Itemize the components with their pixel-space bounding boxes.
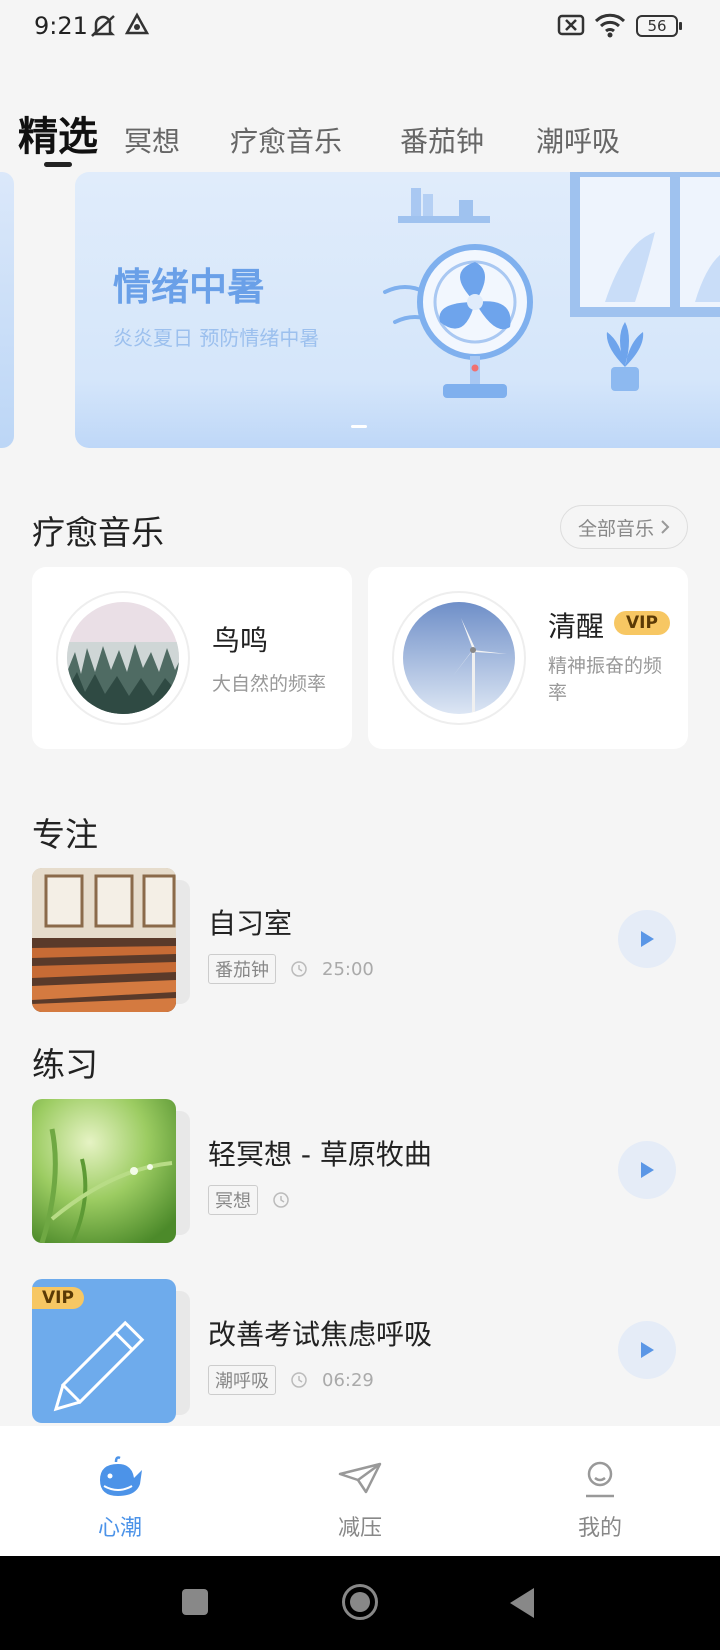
all-music-label: 全部音乐	[577, 517, 654, 540]
no-sim-icon	[557, 14, 585, 36]
recent-apps-button[interactable]	[182, 1589, 208, 1615]
category-tag: 番茄钟	[208, 954, 276, 984]
banner-title: 情绪中暑	[113, 265, 266, 309]
nav-mine[interactable]: 我的	[480, 1426, 720, 1556]
list-item-meta: 番茄钟 25:00	[208, 954, 374, 984]
paper-plane-icon	[338, 1462, 382, 1494]
list-item-meta: 冥想	[208, 1185, 304, 1215]
carousel-indicator	[351, 425, 367, 428]
app-notification-icon	[124, 12, 150, 35]
list-item-meta: 潮呼吸 06:29	[208, 1365, 374, 1395]
chevron-right-icon	[661, 520, 670, 534]
system-navigation-bar	[0, 1556, 720, 1650]
wifi-icon	[594, 13, 626, 38]
home-button[interactable]	[342, 1584, 378, 1620]
play-button[interactable]	[618, 1141, 676, 1199]
duration: 25:00	[322, 958, 374, 980]
list-item-title: 自习室	[208, 907, 293, 940]
list-item-exam-anxiety-breathing[interactable]: VIP 改善考试焦虑呼吸 潮呼吸 06:29	[32, 1279, 688, 1423]
music-card-subtitle: 大自然的频率	[212, 673, 327, 695]
music-card-birdsong[interactable]: 鸟鸣 大自然的频率	[32, 567, 352, 749]
category-tag: 冥想	[208, 1185, 258, 1215]
list-item-study-room[interactable]: 自习室 番茄钟 25:00	[32, 868, 688, 1012]
tab-featured[interactable]: 精选	[18, 104, 98, 162]
music-card-awake[interactable]: 清醒 VIP 精神振奋的频率	[368, 567, 688, 749]
grass-thumbnail	[32, 1099, 176, 1243]
tab-meditation[interactable]: 冥想	[124, 120, 180, 160]
music-card-title: 鸟鸣	[212, 624, 269, 657]
play-button[interactable]	[618, 910, 676, 968]
vip-badge: VIP	[614, 611, 670, 635]
music-card-title: 清醒	[548, 610, 605, 643]
nav-label: 我的	[577, 1516, 622, 1541]
practice-section-title: 练习	[32, 1045, 98, 1084]
play-icon	[641, 931, 654, 947]
banner-subtitle: 炎炎夏日 预防情绪中暑	[113, 326, 320, 350]
banner-slide[interactable]: 情绪中暑 炎炎夏日 预防情绪中暑	[75, 172, 720, 448]
clock-icon	[291, 961, 307, 977]
vip-badge: VIP	[32, 1287, 84, 1309]
back-button[interactable]	[508, 1586, 536, 1620]
focus-section-title: 专注	[32, 815, 98, 854]
album-disc	[56, 591, 190, 725]
tab-pomodoro[interactable]: 番茄钟	[400, 120, 484, 160]
tab-breathing[interactable]: 潮呼吸	[536, 120, 620, 160]
nav-relax[interactable]: 减压	[240, 1426, 480, 1556]
category-tabs: 精选 冥想 疗愈音乐 番茄钟 潮呼吸	[0, 96, 720, 172]
list-item-title: 轻冥想 - 草原牧曲	[208, 1138, 432, 1171]
banner-carousel[interactable]: 情绪中暑 炎炎夏日 预防情绪中暑	[0, 172, 720, 448]
classroom-thumbnail	[32, 868, 176, 1012]
music-card-subtitle: 精神振奋的频率	[548, 655, 663, 704]
clock-icon	[273, 1192, 289, 1208]
tab-healing-music[interactable]: 疗愈音乐	[230, 120, 342, 160]
music-section-title: 疗愈音乐	[32, 513, 164, 552]
list-item-title: 改善考试焦虑呼吸	[208, 1318, 433, 1351]
clock-icon	[291, 1372, 307, 1388]
forest-fog-thumbnail	[67, 602, 179, 714]
active-tab-indicator	[44, 162, 72, 167]
play-button[interactable]	[618, 1321, 676, 1379]
status-time: 9:21	[34, 12, 88, 40]
bottom-navigation: 心潮 减压 我的	[0, 1426, 720, 1556]
battery-indicator: 56	[636, 15, 678, 37]
play-icon	[641, 1162, 654, 1178]
status-bar: 9:21 56	[0, 0, 720, 56]
wind-turbine-thumbnail	[403, 602, 515, 714]
duration: 06:29	[322, 1369, 374, 1391]
mute-bell-icon	[90, 15, 116, 37]
category-tag: 潮呼吸	[208, 1365, 276, 1395]
all-music-button[interactable]: 全部音乐	[560, 505, 688, 549]
nav-xinchao[interactable]: 心潮	[0, 1426, 240, 1556]
profile-icon	[586, 1461, 614, 1498]
play-icon	[641, 1342, 654, 1358]
nav-label: 减压	[337, 1516, 382, 1541]
list-item-light-meditation[interactable]: 轻冥想 - 草原牧曲 冥想	[32, 1099, 688, 1243]
whale-icon	[100, 1456, 142, 1496]
fan-illustration	[383, 172, 720, 398]
banner-previous-slide[interactable]	[0, 172, 14, 448]
battery-tip	[679, 22, 682, 30]
album-disc	[392, 591, 526, 725]
nav-label: 心潮	[97, 1516, 142, 1541]
